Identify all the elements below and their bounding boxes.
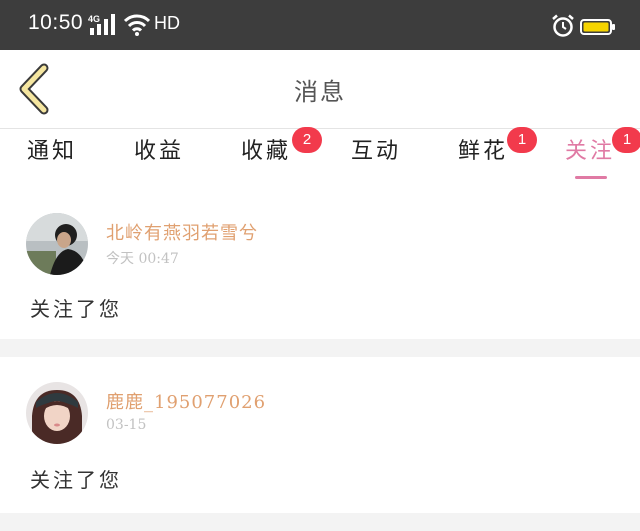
notification-message: 关注了您 (30, 297, 122, 321)
list-item[interactable]: 北岭有燕羽若雪兮 今天 00:47 关注了您 (0, 188, 640, 339)
list-item[interactable]: 鹿鹿_195077026 03-15 关注了您 (0, 357, 640, 513)
tab-interactions[interactable]: 互动 (328, 137, 424, 182)
page-title: 消息 (294, 78, 346, 106)
tab-earnings[interactable]: 收益 (111, 137, 207, 182)
network-label: 4G (88, 14, 100, 24)
tab-label: 互动 (350, 139, 401, 164)
tab-following[interactable]: 关注 1 (542, 127, 640, 182)
tab-label: 通知 (26, 139, 77, 164)
notification-message: 关注了您 (30, 468, 122, 492)
alarm-icon (552, 14, 574, 37)
wifi-icon (124, 14, 150, 36)
avatar[interactable] (26, 213, 88, 275)
timestamp: 03-15 (106, 417, 147, 433)
battery-icon (580, 19, 615, 35)
hd-label: HD (154, 13, 180, 33)
username[interactable]: 鹿鹿_195077026 (106, 388, 266, 414)
timestamp: 今天 00:47 (106, 251, 179, 267)
username[interactable]: 北岭有燕羽若雪兮 (106, 219, 258, 245)
badge-flowers: 1 (507, 127, 537, 153)
status-bar: 10:50 4G HD (0, 0, 640, 50)
badge-favorites: 2 (292, 127, 322, 153)
status-time: 10:50 (28, 11, 84, 34)
header: 消息 (0, 50, 640, 129)
signal-icon: 4G (88, 14, 115, 35)
avatar[interactable] (26, 382, 88, 444)
tab-notifications[interactable]: 通知 (4, 137, 100, 182)
tab-flowers[interactable]: 鲜花 1 (435, 127, 537, 182)
tab-label: 收益 (133, 139, 184, 164)
tab-bar: 通知 收益 收藏 2 互动 鲜花 1 关注 1 (0, 127, 640, 188)
active-tab-indicator (575, 176, 607, 179)
tab-favorites[interactable]: 收藏 2 (218, 127, 322, 182)
badge-following: 1 (612, 127, 640, 153)
